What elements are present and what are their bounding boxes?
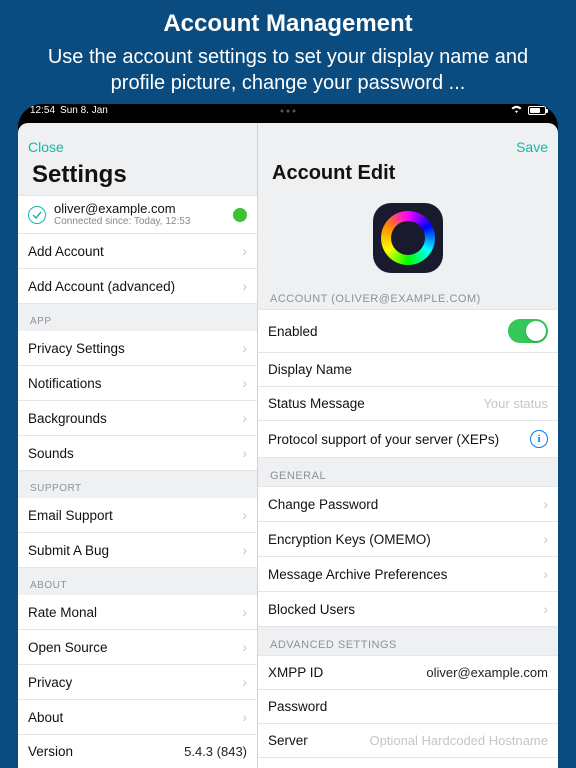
chevron-right-icon: ›: [242, 507, 247, 523]
multitask-indicator: [281, 109, 296, 112]
enabled-toggle[interactable]: [508, 319, 548, 343]
account-row[interactable]: oliver@example.com Connected since: Toda…: [18, 195, 257, 234]
hero-subtitle: Use the account settings to set your dis…: [0, 38, 576, 104]
server-row[interactable]: Server Optional Hardcoded Hostname: [258, 724, 558, 758]
xmpp-id-label: XMPP ID: [268, 665, 323, 680]
change-password-row[interactable]: Change Password›: [258, 486, 558, 522]
enabled-label: Enabled: [268, 324, 318, 339]
add-account-advanced-row[interactable]: Add Account (advanced) ›: [18, 269, 257, 304]
account-connected: Connected since: Today, 12:53: [54, 216, 225, 227]
chevron-right-icon: ›: [242, 340, 247, 356]
account-email: oliver@example.com: [54, 202, 225, 216]
account-edit-title: Account Edit: [258, 159, 558, 191]
xeps-label: Protocol support of your server (XEPs): [268, 432, 499, 447]
settings-pane: Close Settings oliver@example.com Connec…: [18, 123, 258, 768]
group-header-support: SUPPORT: [18, 471, 257, 498]
privacy-row[interactable]: Privacy›: [18, 665, 257, 700]
check-icon: [28, 206, 46, 224]
group-header-advanced: ADVANCED SETTINGS: [258, 627, 558, 655]
open-source-row[interactable]: Open Source›: [18, 630, 257, 665]
wifi-icon: [510, 104, 523, 117]
close-button[interactable]: Close: [28, 139, 64, 155]
save-button[interactable]: Save: [516, 139, 548, 155]
group-header-about: ABOUT: [18, 568, 257, 595]
server-label: Server: [268, 733, 308, 748]
group-header-general: GENERAL: [258, 458, 558, 486]
avatar[interactable]: [373, 203, 443, 273]
version-row: Version 5.4.3 (843): [18, 735, 257, 768]
display-name-label: Display Name: [268, 362, 352, 377]
status-placeholder: Your status: [483, 396, 548, 411]
chevron-right-icon: ›: [242, 639, 247, 655]
chevron-right-icon: ›: [242, 674, 247, 690]
device-frame: 12:54 Sun 8. Jan Close Settings: [18, 104, 558, 768]
sounds-row[interactable]: Sounds›: [18, 436, 257, 471]
blocked-users-row[interactable]: Blocked Users›: [258, 592, 558, 627]
version-value: 5.4.3 (843): [184, 744, 247, 759]
xmpp-id-value: oliver@example.com: [426, 665, 548, 680]
add-account-advanced-label: Add Account (advanced): [28, 279, 175, 294]
xeps-row[interactable]: Protocol support of your server (XEPs) i: [258, 421, 558, 458]
chevron-right-icon: ›: [242, 604, 247, 620]
chevron-right-icon: ›: [242, 542, 247, 558]
email-support-row[interactable]: Email Support›: [18, 498, 257, 533]
password-label: Password: [268, 699, 327, 714]
submit-bug-row[interactable]: Submit A Bug›: [18, 533, 257, 568]
chevron-right-icon: ›: [242, 445, 247, 461]
account-edit-pane: Save Account Edit ACCOUNT (OLIVER@EXAMPL…: [258, 123, 558, 768]
chevron-right-icon: ›: [543, 601, 548, 617]
settings-title: Settings: [18, 159, 257, 195]
version-label: Version: [28, 744, 73, 759]
display-name-row[interactable]: Display Name: [258, 353, 558, 387]
chevron-right-icon: ›: [242, 375, 247, 391]
presence-indicator: [233, 208, 247, 222]
status-time: 12:54: [30, 105, 55, 116]
group-header-account: ACCOUNT (OLIVER@EXAMPLE.COM): [258, 281, 558, 309]
chevron-right-icon: ›: [242, 278, 247, 294]
notifications-row[interactable]: Notifications›: [18, 366, 257, 401]
chevron-right-icon: ›: [242, 709, 247, 725]
encryption-keys-row[interactable]: Encryption Keys (OMEMO)›: [258, 522, 558, 557]
status-date: Sun 8. Jan: [60, 105, 108, 116]
archive-prefs-row[interactable]: Message Archive Preferences›: [258, 557, 558, 592]
hero-title: Account Management: [0, 10, 576, 38]
about-row[interactable]: About›: [18, 700, 257, 735]
status-bar: 12:54 Sun 8. Jan: [18, 104, 558, 117]
password-row[interactable]: Password: [258, 690, 558, 724]
enabled-row: Enabled: [258, 309, 558, 353]
chevron-right-icon: ›: [543, 531, 548, 547]
chevron-right-icon: ›: [543, 496, 548, 512]
add-account-label: Add Account: [28, 244, 104, 259]
battery-icon: [528, 106, 546, 115]
group-header-app: APP: [18, 304, 257, 331]
status-message-row[interactable]: Status Message Your status: [258, 387, 558, 421]
xmpp-id-row[interactable]: XMPP ID oliver@example.com: [258, 655, 558, 690]
backgrounds-row[interactable]: Backgrounds›: [18, 401, 257, 436]
chevron-right-icon: ›: [543, 566, 548, 582]
privacy-settings-row[interactable]: Privacy Settings›: [18, 331, 257, 366]
chevron-right-icon: ›: [242, 410, 247, 426]
add-account-row[interactable]: Add Account ›: [18, 234, 257, 269]
server-placeholder: Optional Hardcoded Hostname: [370, 733, 549, 748]
status-message-label: Status Message: [268, 396, 365, 411]
info-icon[interactable]: i: [530, 430, 548, 448]
port-row[interactable]: Port 5222: [258, 758, 558, 768]
chevron-right-icon: ›: [242, 243, 247, 259]
rate-row[interactable]: Rate Monal›: [18, 595, 257, 630]
